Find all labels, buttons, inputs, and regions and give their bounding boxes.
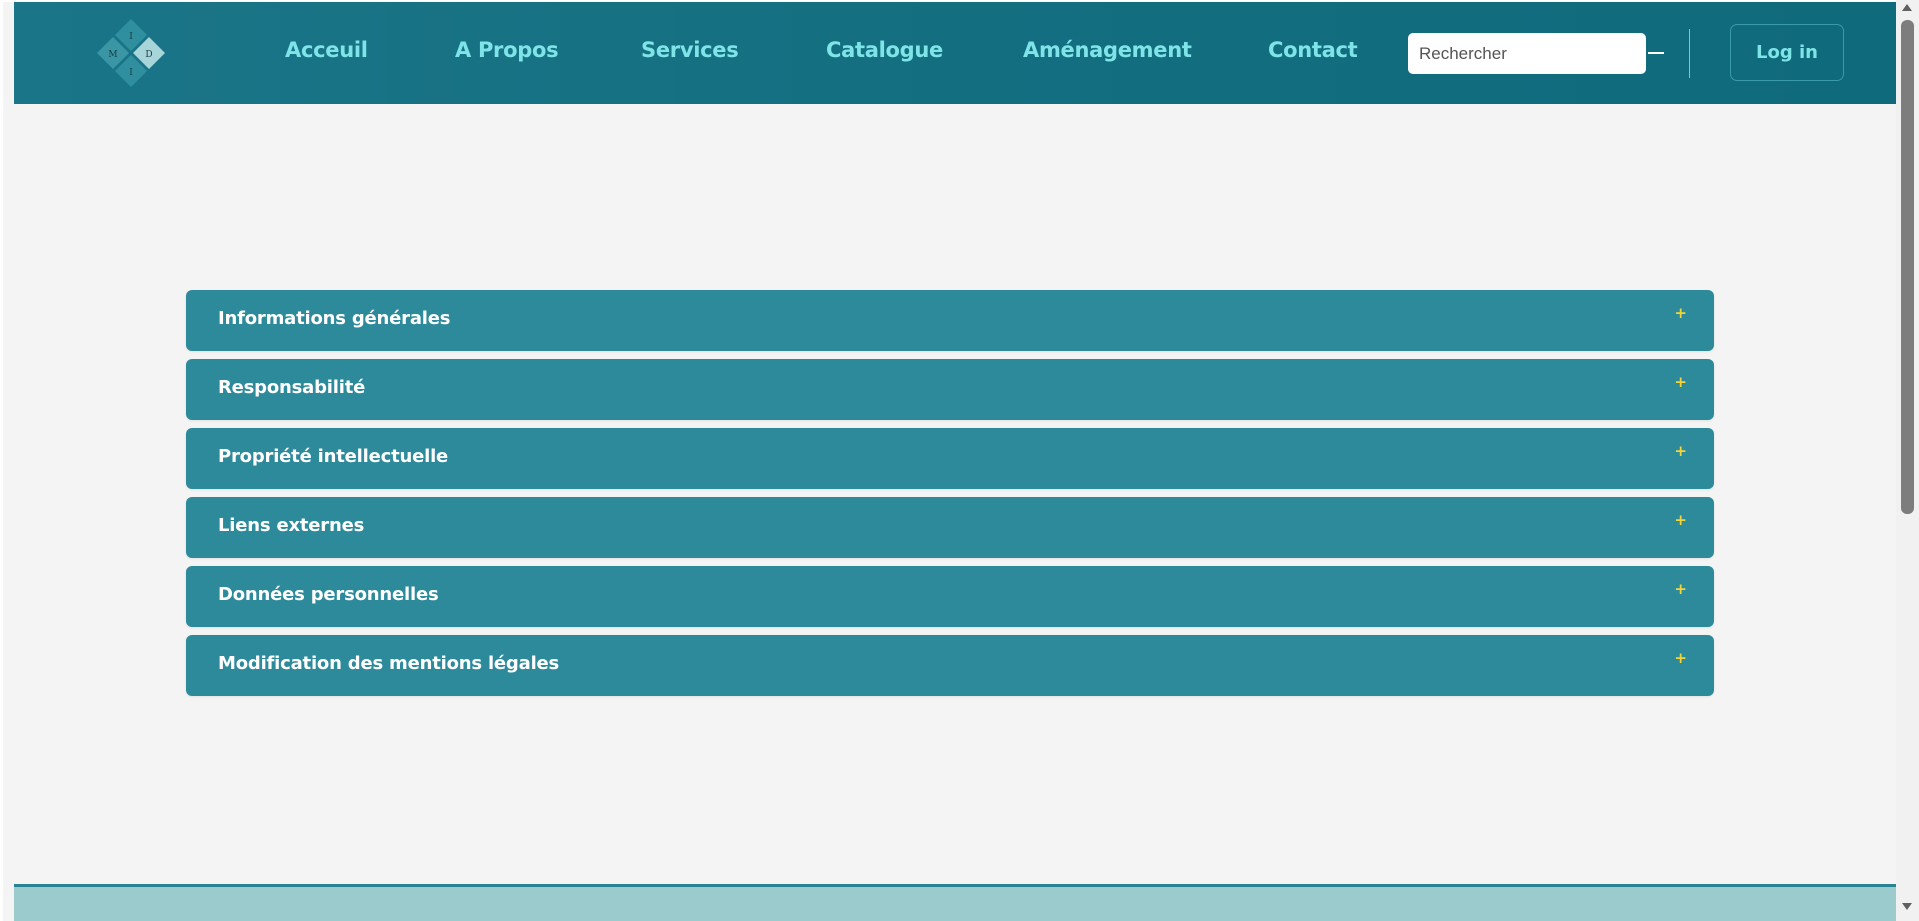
site-logo[interactable]: I M D I (95, 17, 167, 89)
accordion-item-modification-mentions-legales[interactable]: Modification des mentions légales + (186, 635, 1714, 696)
search-dash (1648, 52, 1664, 54)
logo-letter-top: I (129, 32, 133, 42)
accordion-title: Responsabilité (218, 377, 366, 398)
legal-accordion: Informations générales + Responsabilité … (186, 290, 1714, 704)
plus-icon: + (1674, 580, 1687, 598)
site-footer (14, 884, 1896, 921)
nav-services[interactable]: Services (641, 38, 739, 62)
plus-icon: + (1674, 442, 1687, 460)
accordion-item-liens-externes[interactable]: Liens externes + (186, 497, 1714, 558)
accordion-item-informations-generales[interactable]: Informations générales + (186, 290, 1714, 351)
plus-icon: + (1674, 373, 1687, 391)
vertical-scrollbar[interactable] (1896, 0, 1919, 921)
scrollbar-thumb[interactable] (1901, 20, 1914, 514)
nav-acceuil[interactable]: Acceuil (285, 38, 368, 62)
scroll-up-icon[interactable] (1902, 4, 1912, 11)
search-input[interactable] (1408, 33, 1646, 74)
accordion-title: Liens externes (218, 515, 365, 536)
site-header: I M D I Acceuil A Propos Services Catalo… (14, 2, 1896, 104)
accordion-title: Informations générales (218, 308, 451, 329)
scroll-down-icon[interactable] (1902, 903, 1912, 910)
nav-contact[interactable]: Contact (1268, 38, 1358, 62)
nav-a-propos[interactable]: A Propos (455, 38, 559, 62)
accordion-title: Données personnelles (218, 584, 439, 605)
accordion-title: Propriété intellectuelle (218, 446, 449, 467)
accordion-item-donnees-personnelles[interactable]: Données personnelles + (186, 566, 1714, 627)
nav-amenagement[interactable]: Aménagement (1023, 38, 1192, 62)
logo-letter-right: D (145, 50, 152, 60)
login-button[interactable]: Log in (1730, 24, 1844, 81)
accordion-title: Modification des mentions légales (218, 653, 560, 674)
accordion-item-responsabilite[interactable]: Responsabilité + (186, 359, 1714, 420)
header-divider (1689, 29, 1690, 78)
page: I M D I Acceuil A Propos Services Catalo… (3, 2, 1896, 921)
logo-letter-left: M (108, 50, 117, 60)
nav-catalogue[interactable]: Catalogue (826, 38, 943, 62)
plus-icon: + (1674, 511, 1687, 529)
logo-letter-bottom: I (129, 68, 133, 78)
accordion-item-propriete-intellectuelle[interactable]: Propriété intellectuelle + (186, 428, 1714, 489)
plus-icon: + (1674, 649, 1687, 667)
plus-icon: + (1674, 304, 1687, 322)
